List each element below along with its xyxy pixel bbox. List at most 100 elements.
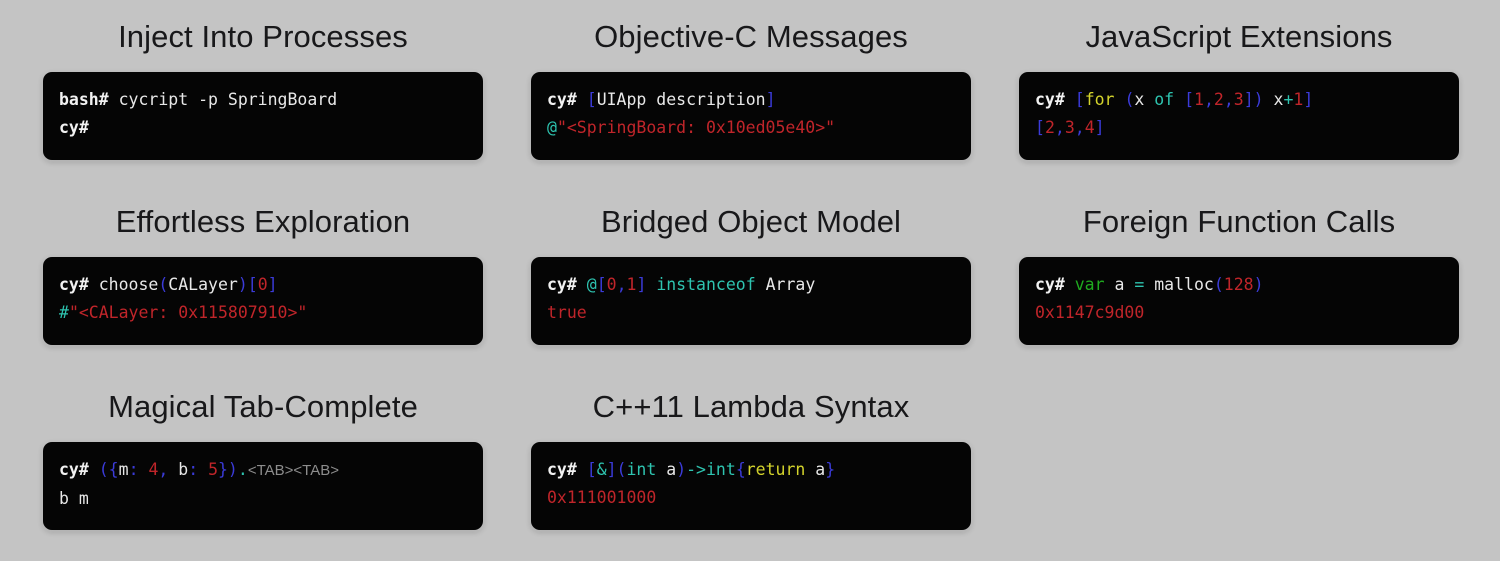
code-token: int [706,459,736,479]
code-token: b [168,459,189,479]
feature-card-javascript-extensions: JavaScript Extensions cy# [for (x of [1,… [1019,18,1459,160]
code-token: -> [686,459,706,479]
code-token: ( [1213,274,1224,294]
terminal-panel: cy# ({m: 4, b: 5}).<TAB><TAB> b m [43,441,483,530]
terminal-panel: bash# cycript -p SpringBoard cy# [43,71,483,160]
code-token: : [188,459,199,479]
code-token: x [1134,89,1155,109]
terminal-line: cy# var a = malloc(128) [1035,271,1443,299]
terminal-line: b m [59,485,467,513]
code-token: 3 [1233,89,1244,109]
feature-card-bridged-object-model: Bridged Object Model cy# @[0,1] instance… [531,203,971,345]
code-token: 1 [1293,89,1304,109]
code-token: cy# [547,459,587,479]
code-token: [ [1035,117,1045,137]
terminal-line: cy# choose(CALayer)[0] [59,271,467,299]
code-token: ] [1303,89,1314,109]
code-token: { [735,459,746,479]
code-token: } [825,459,836,479]
code-token: 128 [1223,274,1254,294]
code-token: "<SpringBoard: 0x10ed05e40>" [556,117,836,137]
code-token: [ [586,89,597,109]
code-token: # [59,302,69,322]
terminal-line: bash# cycript -p SpringBoard [59,86,467,114]
feature-card-magical-tab-complete: Magical Tab-Complete cy# ({m: 4, b: 5}).… [43,388,483,530]
feature-title: Objective-C Messages [594,19,908,54]
code-token: cy# [59,117,89,137]
feature-card-effortless-exploration: Effortless Exploration cy# choose(CALaye… [43,203,483,345]
feature-title: C++11 Lambda Syntax [592,389,910,424]
feature-title: JavaScript Extensions [1085,19,1393,54]
code-token: @ [586,274,597,294]
terminal-panel: cy# [UIApp description] @"<SpringBoard: 0… [531,71,971,160]
feature-card-foreign-function-calls: Foreign Function Calls cy# var a = mallo… [1019,203,1459,345]
terminal-line: #"<CALayer: 0x115807910>" [59,299,467,327]
code-token: ) [1253,274,1264,294]
code-token: 1 [1194,89,1204,109]
code-token: cy# [59,274,99,294]
code-token: true [547,302,587,322]
feature-card-inject-into-processes: Inject Into Processes bash# cycript -p S… [43,18,483,160]
code-token: a [805,459,826,479]
code-token: b m [59,488,89,508]
terminal-panel: cy# @[0,1] instanceof Array true [531,256,971,345]
code-token: choose [98,274,159,294]
code-token: 2 [1044,117,1055,137]
code-token: a [1104,274,1135,294]
code-token: 2 [1213,89,1224,109]
code-token: cy# [1035,89,1075,109]
feature-title: Foreign Function Calls [1082,204,1396,239]
code-token: 3 [1064,117,1075,137]
feature-title: Magical Tab-Complete [108,389,418,424]
code-token: ( [1124,89,1135,109]
code-token: @ [547,117,557,137]
code-token: malloc [1144,274,1214,294]
code-token: return [745,459,806,479]
feature-grid: Inject Into Processes bash# cycript -p S… [0,0,1500,561]
terminal-line: 0x1147c9d00 [1035,299,1443,327]
code-token: , [616,274,627,294]
code-token: bash# [59,89,119,109]
code-token: cycript -p SpringBoard [118,89,338,109]
code-token: 4 [1084,117,1095,137]
terminal-line: true [547,299,955,327]
terminal-line: @"<SpringBoard: 0x10ed05e40>" [547,114,955,142]
code-token: cy# [547,89,587,109]
terminal-panel: cy# [for (x of [1,2,3]) x+1] [2,3,4] [1019,71,1459,160]
code-token: [ [596,274,607,294]
feature-card-objective-c-messages: Objective-C Messages cy# [UIApp descript… [531,18,971,160]
code-token: of [1154,89,1175,109]
code-token: a [656,459,677,479]
terminal-line: cy# ({m: 4, b: 5}).<TAB><TAB> [59,456,467,485]
code-token: [ [586,459,597,479]
code-token: : [128,459,139,479]
code-token: cy# [1035,274,1075,294]
terminal-line: cy# [UIApp description] [547,86,955,114]
code-token: 0x111001000 [547,487,657,507]
code-token: CALayer [168,274,238,294]
code-token: x [1263,89,1284,109]
code-token: }) [218,459,238,479]
terminal-line: [2,3,4] [1035,114,1443,142]
code-token: ]( [606,459,627,479]
feature-card-cpp11-lambda-syntax: C++11 Lambda Syntax cy# [&](int a)->int{… [531,388,971,530]
code-token: , [1054,117,1065,137]
code-token: m [118,459,129,479]
code-token: cy# [547,274,587,294]
code-token: 0 [606,274,617,294]
code-token: ) [676,459,687,479]
code-token: ] [636,274,647,294]
code-token: var [1074,274,1105,294]
terminal-panel: cy# [&](int a)->int{return a} 0x111001000 [531,441,971,530]
code-token: 0x1147c9d00 [1035,302,1145,322]
code-token: 1 [626,274,637,294]
code-token: cy# [59,459,99,479]
code-token: for [1084,89,1115,109]
terminal-line: 0x111001000 [547,484,955,512]
code-token: ]) [1243,89,1264,109]
terminal-panel: cy# choose(CALayer)[0] #"<CALayer: 0x1158… [43,256,483,345]
